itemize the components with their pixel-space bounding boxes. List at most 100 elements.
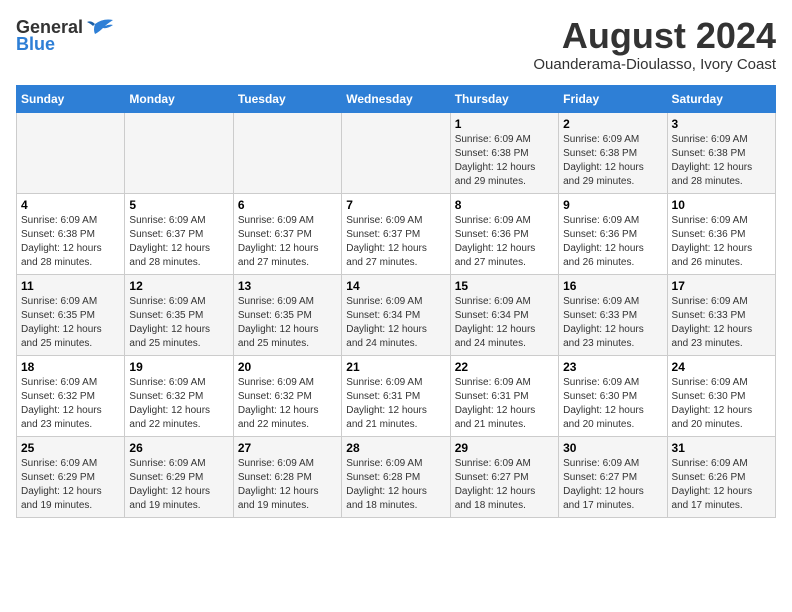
calendar-cell: 5Sunrise: 6:09 AMSunset: 6:37 PMDaylight… (125, 193, 233, 274)
day-number: 10 (672, 198, 771, 212)
header-row: SundayMondayTuesdayWednesdayThursdayFrid… (17, 85, 776, 112)
day-number: 19 (129, 360, 228, 374)
day-info: Sunrise: 6:09 AMSunset: 6:29 PMDaylight:… (129, 457, 228, 513)
calendar-cell: 11Sunrise: 6:09 AMSunset: 6:35 PMDayligh… (17, 274, 125, 355)
calendar-cell (233, 112, 341, 193)
calendar-cell: 16 Sunrise: 6:09 AMSunset: 6:33 PMDayligh… (559, 274, 667, 355)
logo: General Blue (16, 16, 115, 55)
day-header-wednesday: Wednesday (342, 85, 450, 112)
week-row-2: 4 Sunrise: 6:09 AMSunset: 6:38 PMDaylight… (17, 193, 776, 274)
calendar-cell: 2Sunrise: 6:09 AMSunset: 6:38 PMDaylight… (559, 112, 667, 193)
day-number: 22 (455, 360, 554, 374)
calendar-cell: 31 Sunrise: 6:09 AMSunset: 6:26 PMDayligh… (667, 436, 775, 517)
day-number: 7 (346, 198, 445, 212)
day-number: 26 (129, 441, 228, 455)
day-info: Sunrise: 6:09 AMSunset: 6:26 PMDaylight:… (672, 457, 771, 513)
day-number: 11 (21, 279, 120, 293)
calendar-cell: 27 Sunrise: 6:09 AMSunset: 6:28 PMDayligh… (233, 436, 341, 517)
day-number: 9 (563, 198, 662, 212)
day-info: Sunrise: 6:09 AMSunset: 6:37 PMDaylight:… (346, 214, 445, 270)
calendar-cell: 26 Sunrise: 6:09 AMSunset: 6:29 PMDayligh… (125, 436, 233, 517)
calendar-cell (342, 112, 450, 193)
day-info: Sunrise: 6:09 AMSunset: 6:38 PMDaylight:… (21, 214, 120, 270)
logo-blue-text: Blue (16, 34, 55, 55)
calendar-cell: 23Sunrise: 6:09 AMSunset: 6:30 PMDayligh… (559, 355, 667, 436)
day-number: 12 (129, 279, 228, 293)
day-info: Sunrise: 6:09 AMSunset: 6:38 PMDaylight:… (672, 133, 771, 189)
page-header: General Blue August 2024 Ouanderama-Diou… (16, 16, 776, 73)
calendar-cell: 6 Sunrise: 6:09 AMSunset: 6:37 PMDaylight… (233, 193, 341, 274)
day-info: Sunrise: 6:09 AMSunset: 6:36 PMDaylight:… (672, 214, 771, 270)
month-title: August 2024 (533, 16, 776, 56)
calendar-cell (125, 112, 233, 193)
day-info: Sunrise: 6:09 AMSunset: 6:27 PMDaylight:… (563, 457, 662, 513)
day-info: Sunrise: 6:09 AMSunset: 6:38 PMDaylight:… (455, 133, 554, 189)
week-row-3: 11 Sunrise: 6:09 AMSunset: 6:35 PMDayligh… (17, 274, 776, 355)
day-info: Sunrise: 6:09 AMSunset: 6:34 PMDaylight:… (455, 295, 554, 351)
calendar-cell: 22 Sunrise: 6:09 AMSunset: 6:31 PMDayligh… (450, 355, 558, 436)
calendar-cell: 10 Sunrise: 6:09 AMSunset: 6:36 PMDayligh… (667, 193, 775, 274)
calendar-cell: 13Sunrise: 6:09 AMSunset: 6:35 PMDayligh… (233, 274, 341, 355)
day-info: Sunrise: 6:09 AMSunset: 6:36 PMDaylight:… (563, 214, 662, 270)
day-number: 27 (238, 441, 337, 455)
calendar-cell: 20Sunrise: 6:09 AMSunset: 6:32 PMDayligh… (233, 355, 341, 436)
day-header-sunday: Sunday (17, 85, 125, 112)
day-info: Sunrise: 6:09 AMSunset: 6:33 PMDaylight:… (563, 295, 662, 351)
location-subtitle: Ouanderama-Dioulasso, Ivory Coast (533, 56, 776, 73)
day-header-friday: Friday (559, 85, 667, 112)
day-info: Sunrise: 6:09 AMSunset: 6:32 PMDaylight:… (129, 376, 228, 432)
day-info: Sunrise: 6:09 AMSunset: 6:31 PMDaylight:… (346, 376, 445, 432)
calendar-cell: 19 Sunrise: 6:09 AMSunset: 6:32 PMDayligh… (125, 355, 233, 436)
day-info: Sunrise: 6:09 AMSunset: 6:31 PMDaylight:… (455, 376, 554, 432)
calendar-cell: 30 Sunrise: 6:09 AMSunset: 6:27 PMDayligh… (559, 436, 667, 517)
title-area: August 2024 Ouanderama-Dioulasso, Ivory … (533, 16, 776, 73)
calendar-cell (17, 112, 125, 193)
day-info: Sunrise: 6:09 AMSunset: 6:38 PMDaylight:… (563, 133, 662, 189)
day-header-tuesday: Tuesday (233, 85, 341, 112)
day-info: Sunrise: 6:09 AMSunset: 6:37 PMDaylight:… (238, 214, 337, 270)
calendar-cell: 8Sunrise: 6:09 AMSunset: 6:36 PMDaylight… (450, 193, 558, 274)
calendar-cell: 21 Sunrise: 6:09 AMSunset: 6:31 PMDayligh… (342, 355, 450, 436)
logo-bird-icon (85, 16, 115, 38)
day-number: 18 (21, 360, 120, 374)
day-header-saturday: Saturday (667, 85, 775, 112)
calendar-cell: 14 Sunrise: 6:09 AMSunset: 6:34 PMDayligh… (342, 274, 450, 355)
day-info: Sunrise: 6:09 AMSunset: 6:32 PMDaylight:… (21, 376, 120, 432)
calendar-cell: 29Sunrise: 6:09 AMSunset: 6:27 PMDayligh… (450, 436, 558, 517)
day-number: 13 (238, 279, 337, 293)
day-number: 16 (563, 279, 662, 293)
calendar-cell: 17Sunrise: 6:09 AMSunset: 6:33 PMDayligh… (667, 274, 775, 355)
day-info: Sunrise: 6:09 AMSunset: 6:29 PMDaylight:… (21, 457, 120, 513)
day-number: 1 (455, 117, 554, 131)
calendar-cell: 1 Sunrise: 6:09 AMSunset: 6:38 PMDaylight… (450, 112, 558, 193)
day-number: 4 (21, 198, 120, 212)
calendar-cell: 9 Sunrise: 6:09 AMSunset: 6:36 PMDaylight… (559, 193, 667, 274)
day-number: 30 (563, 441, 662, 455)
calendar-cell: 12 Sunrise: 6:09 AMSunset: 6:35 PMDayligh… (125, 274, 233, 355)
day-info: Sunrise: 6:09 AMSunset: 6:30 PMDaylight:… (563, 376, 662, 432)
day-number: 14 (346, 279, 445, 293)
day-number: 24 (672, 360, 771, 374)
day-header-thursday: Thursday (450, 85, 558, 112)
day-number: 15 (455, 279, 554, 293)
day-number: 31 (672, 441, 771, 455)
week-row-5: 25Sunrise: 6:09 AMSunset: 6:29 PMDayligh… (17, 436, 776, 517)
day-info: Sunrise: 6:09 AMSunset: 6:32 PMDaylight:… (238, 376, 337, 432)
day-number: 29 (455, 441, 554, 455)
day-info: Sunrise: 6:09 AMSunset: 6:35 PMDaylight:… (129, 295, 228, 351)
calendar-cell: 4 Sunrise: 6:09 AMSunset: 6:38 PMDaylight… (17, 193, 125, 274)
calendar-cell: 3Sunrise: 6:09 AMSunset: 6:38 PMDaylight… (667, 112, 775, 193)
week-row-4: 18 Sunrise: 6:09 AMSunset: 6:32 PMDayligh… (17, 355, 776, 436)
day-header-monday: Monday (125, 85, 233, 112)
day-info: Sunrise: 6:09 AMSunset: 6:36 PMDaylight:… (455, 214, 554, 270)
calendar-cell: 7 Sunrise: 6:09 AMSunset: 6:37 PMDaylight… (342, 193, 450, 274)
day-number: 6 (238, 198, 337, 212)
calendar-cell: 24Sunrise: 6:09 AMSunset: 6:30 PMDayligh… (667, 355, 775, 436)
day-number: 28 (346, 441, 445, 455)
day-info: Sunrise: 6:09 AMSunset: 6:28 PMDaylight:… (238, 457, 337, 513)
day-info: Sunrise: 6:09 AMSunset: 6:34 PMDaylight:… (346, 295, 445, 351)
week-row-1: 1 Sunrise: 6:09 AMSunset: 6:38 PMDaylight… (17, 112, 776, 193)
day-number: 21 (346, 360, 445, 374)
calendar-cell: 25Sunrise: 6:09 AMSunset: 6:29 PMDayligh… (17, 436, 125, 517)
day-info: Sunrise: 6:09 AMSunset: 6:33 PMDaylight:… (672, 295, 771, 351)
